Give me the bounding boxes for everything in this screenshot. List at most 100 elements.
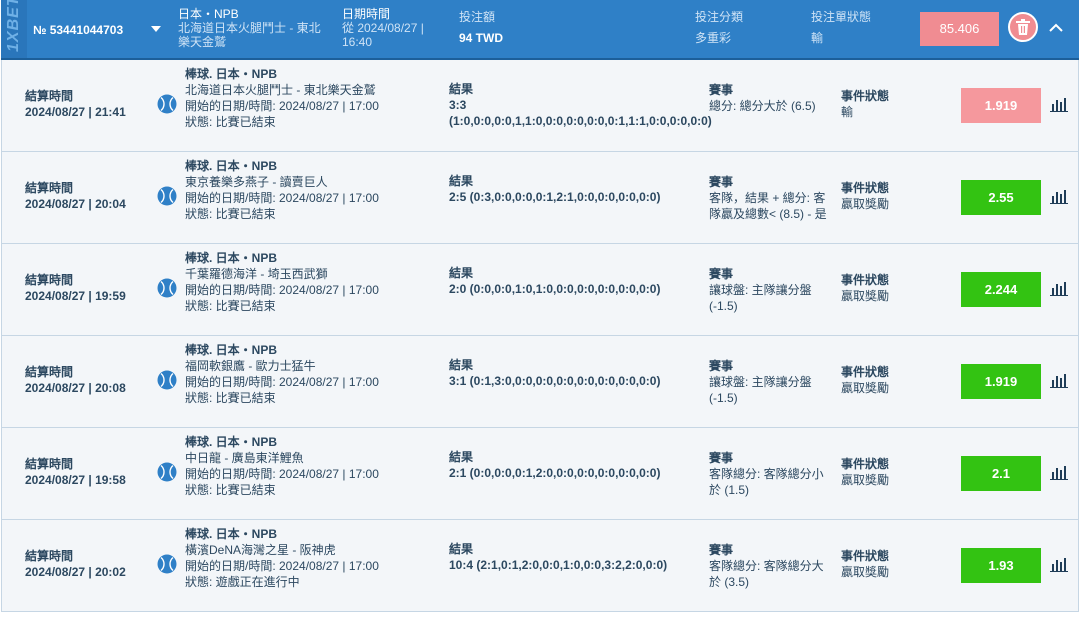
statistics-button[interactable] (1050, 466, 1068, 485)
bar-chart-icon (1050, 374, 1068, 388)
result-label: 結果 (449, 174, 474, 188)
market-info: 賽事 客隊，結果 + 總分: 客隊贏及總數< (8.5) - 是 (709, 174, 829, 222)
statistics-button[interactable] (1050, 98, 1068, 117)
event-status: 事件狀態 贏取獎勵 (841, 272, 889, 304)
settle-label: 結算時間 (25, 181, 74, 195)
event-status-value: 贏取獎勵 (841, 381, 890, 395)
bet-event-row: 結算時間 2024/08/27 | 20:02 棒球. 日本・NPB 橫濱DeN… (1, 520, 1079, 612)
chevron-down-icon[interactable] (151, 22, 161, 36)
event-status: 事件狀態 贏取獎勵 (841, 180, 889, 212)
settle-label: 結算時間 (25, 365, 74, 379)
statistics-button[interactable] (1050, 558, 1068, 577)
teams[interactable]: 千葉羅德海洋 - 埼玉西武獅 (185, 266, 425, 282)
match-state: 狀態: 遊戲正在進行中 (185, 575, 300, 589)
match-state: 狀態: 比賽已結束 (185, 115, 276, 129)
teams[interactable]: 福岡軟銀鷹 - 歐力士猛牛 (185, 358, 425, 374)
total-odds-badge: 85.406 (920, 12, 999, 46)
event-status-label: 事件狀態 (841, 549, 890, 563)
market-value: 客隊總分: 客隊總分小於 (1.5) (709, 467, 824, 497)
market-value: 客隊總分: 客隊總分大於 (3.5) (709, 559, 824, 589)
result-info: 結果 2:0 (0:0,0:0,1:0,1:0,0:0,0:0,0:0,0:0,… (449, 265, 689, 297)
match-state: 狀態: 比賽已結束 (185, 483, 276, 497)
stake-label: 投注額 (459, 10, 496, 24)
event-status-value: 輸 (841, 105, 854, 119)
market-info: 賽事 讓球盤: 主隊讓分盤 (-1.5) (709, 358, 829, 406)
settle-label: 結算時間 (25, 273, 74, 287)
baseball-icon (157, 370, 177, 390)
event-status-label: 事件狀態 (841, 365, 890, 379)
header-type: 投注分類 多重彩 (695, 10, 743, 45)
match-info: 棒球. 日本・NPB 橫濱DeNA海灣之星 - 阪神虎 開始的日期/時間: 20… (185, 526, 425, 590)
delete-button[interactable] (1008, 12, 1038, 42)
event-status-label: 事件狀態 (841, 89, 890, 103)
odds-badge: 2.1 (961, 456, 1041, 491)
settle-time: 2024/08/27 | 19:59 (25, 289, 126, 303)
market-label: 賽事 (709, 359, 734, 373)
match-state: 狀態: 比賽已結束 (185, 391, 276, 405)
market-label: 賽事 (709, 83, 734, 97)
league: 棒球. 日本・NPB (185, 67, 278, 81)
event-status: 事件狀態 贏取獎勵 (841, 456, 889, 488)
market-value: 總分: 總分大於 (6.5) (709, 99, 816, 113)
match-info: 棒球. 日本・NPB 千葉羅德海洋 - 埼玉西武獅 開始的日期/時間: 2024… (185, 250, 425, 314)
settle-time: 2024/08/27 | 19:58 (25, 473, 126, 487)
teams[interactable]: 東京養樂多燕子 - 讀賣巨人 (185, 174, 425, 190)
bar-chart-icon (1050, 98, 1068, 112)
settle-label: 結算時間 (25, 89, 74, 103)
header-match-desc: 北海道日本火腿鬥士 - 東北樂天金鷲 (178, 21, 321, 49)
bet-event-row: 結算時間 2024/08/27 | 19:59 棒球. 日本・NPB 千葉羅德海… (1, 244, 1079, 336)
start-time: 開始的日期/時間: 2024/08/27 | 17:00 (185, 467, 379, 481)
result-score: 3:1 (0:1,3:0,0:0,0:0,0:0,0:0,0:0,0:0,0:0… (449, 374, 661, 388)
status-value: 輸 (811, 31, 824, 45)
start-time: 開始的日期/時間: 2024/08/27 | 17:00 (185, 559, 379, 573)
event-status: 事件狀態 贏取獎勵 (841, 364, 889, 396)
bet-number: № 53441044703 (33, 23, 124, 37)
result-label: 結果 (449, 358, 474, 372)
status-label: 投注單狀態 (811, 10, 872, 24)
result-label: 結果 (449, 266, 474, 280)
teams[interactable]: 橫濱DeNA海灣之星 - 阪神虎 (185, 542, 425, 558)
market-value: 讓球盤: 主隊讓分盤 (-1.5) (709, 375, 812, 405)
event-status-value: 贏取獎勵 (841, 473, 890, 487)
start-time: 開始的日期/時間: 2024/08/27 | 17:00 (185, 99, 379, 113)
result-score: 3:3 (1:0,0:0,0:0,1,1:0,0:0,0:0,0:0,0:1,1… (449, 98, 712, 128)
result-info: 結果 3:3 (1:0,0:0,0:0,1,1:0,0:0,0:0,0:0,0:… (449, 81, 712, 129)
match-state: 狀態: 比賽已結束 (185, 207, 276, 221)
header-status: 投注單狀態 輸 (811, 10, 871, 45)
teams[interactable]: 北海道日本火腿鬥士 - 東北樂天金鷲 (185, 82, 425, 98)
settle-time: 2024/08/27 | 20:04 (25, 197, 126, 211)
result-label: 結果 (449, 542, 474, 556)
result-info: 結果 3:1 (0:1,3:0,0:0,0:0,0:0,0:0,0:0,0:0,… (449, 357, 689, 389)
odds-badge: 1.919 (961, 364, 1041, 399)
baseball-icon (157, 186, 177, 206)
result-info: 結果 10:4 (2:1,0:1,2:0,0:0,1:0,0:0,3:2,2:0… (449, 541, 689, 573)
odds-badge: 1.919 (961, 88, 1041, 123)
event-status-label: 事件狀態 (841, 273, 890, 287)
result-score: 2:1 (0:0,0:0,0:1,2:0,0:0,0:0,0:0,0:0,0:0… (449, 466, 661, 480)
league: 棒球. 日本・NPB (185, 435, 278, 449)
statistics-button[interactable] (1050, 282, 1068, 301)
bet-slip: 1XBET № 53441044703 日本・NPB 北海道日本火腿鬥士 - 東… (1, 0, 1079, 613)
match-info: 棒球. 日本・NPB 東京養樂多燕子 - 讀賣巨人 開始的日期/時間: 2024… (185, 158, 425, 222)
bet-header[interactable]: 1XBET № 53441044703 日本・NPB 北海道日本火腿鬥士 - 東… (1, 0, 1079, 60)
settle-info: 結算時間 2024/08/27 | 19:59 (25, 272, 126, 304)
teams[interactable]: 中日龍 - 廣島東洋鯉魚 (185, 450, 425, 466)
market-info: 賽事 客隊總分: 客隊總分大於 (3.5) (709, 542, 829, 590)
settle-info: 結算時間 2024/08/27 | 21:41 (25, 88, 126, 120)
settle-time: 2024/08/27 | 20:08 (25, 381, 126, 395)
match-info: 棒球. 日本・NPB 福岡軟銀鷹 - 歐力士猛牛 開始的日期/時間: 2024/… (185, 342, 425, 406)
trash-icon (1016, 19, 1030, 35)
settle-label: 結算時間 (25, 457, 74, 471)
bar-chart-icon (1050, 466, 1068, 480)
statistics-button[interactable] (1050, 374, 1068, 393)
league: 棒球. 日本・NPB (185, 343, 278, 357)
type-value: 多重彩 (695, 31, 732, 45)
statistics-button[interactable] (1050, 190, 1068, 209)
settle-label: 結算時間 (25, 549, 74, 563)
header-stake: 投注額 94 TWD (459, 10, 503, 45)
match-state: 狀態: 比賽已結束 (185, 299, 276, 313)
settle-info: 結算時間 2024/08/27 | 19:58 (25, 456, 126, 488)
market-value: 讓球盤: 主隊讓分盤 (-1.5) (709, 283, 812, 313)
collapse-button[interactable] (1049, 19, 1063, 37)
header-match-title: 日本・NPB (178, 7, 239, 21)
